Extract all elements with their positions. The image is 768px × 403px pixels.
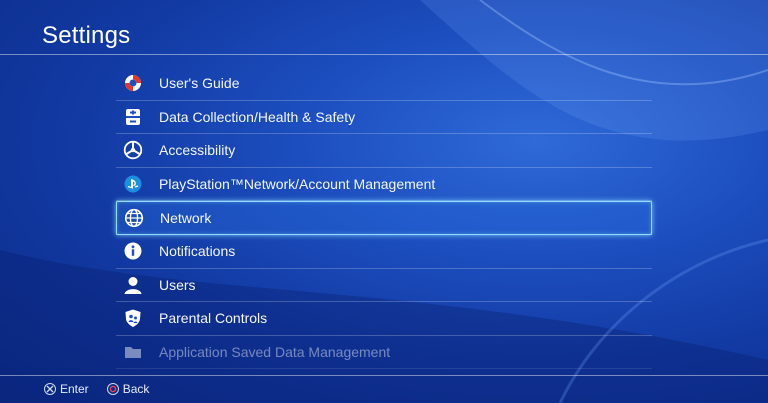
menu-item-psn-account[interactable]: PlayStation™Network/Account Management <box>116 168 652 202</box>
menu-item-network[interactable]: Network <box>116 201 652 235</box>
back-hint[interactable]: Back <box>106 382 150 396</box>
circle-button-icon <box>106 383 119 395</box>
cross-button-icon <box>44 383 56 395</box>
menu-item-accessibility[interactable]: Accessibility <box>116 134 652 168</box>
menu-item-label: Users <box>159 276 196 293</box>
menu-item-label: Application Saved Data Management <box>159 344 391 361</box>
enter-label: Enter <box>60 382 89 396</box>
enter-hint[interactable]: Enter <box>44 382 89 396</box>
menu-item-label: User's Guide <box>159 75 240 92</box>
menu-item-label: Notifications <box>159 243 236 260</box>
menu-item-label: Network <box>160 210 212 227</box>
data-collection-icon <box>122 106 144 128</box>
lifebuoy-icon <box>122 72 144 94</box>
page-title: Settings <box>42 22 131 49</box>
footer-divider <box>0 375 768 376</box>
globe-icon <box>123 207 145 229</box>
menu-item-saved-data[interactable]: Application Saved Data Management <box>116 336 652 370</box>
menu-item-label: Data Collection/Health & Safety <box>159 108 356 125</box>
title-divider <box>0 54 768 55</box>
accessibility-icon <box>122 139 144 161</box>
playstation-network-icon <box>122 173 144 195</box>
back-label: Back <box>122 382 150 396</box>
user-icon <box>122 274 144 296</box>
menu-item-label: Accessibility <box>159 142 236 159</box>
menu-item-data-collection[interactable]: Data Collection/Health & Safety <box>116 101 652 135</box>
menu-item-users-guide[interactable]: User's Guide <box>116 67 652 101</box>
folder-icon <box>122 341 144 363</box>
menu-item-label: Parental Controls <box>159 310 268 327</box>
info-icon <box>122 240 144 262</box>
menu-item-notifications[interactable]: Notifications <box>116 235 652 269</box>
parental-controls-icon <box>122 307 144 329</box>
settings-menu: User's Guide Data Collection/Health & Sa… <box>116 67 652 370</box>
menu-item-users[interactable]: Users <box>116 269 652 303</box>
menu-item-parental-controls[interactable]: Parental Controls <box>116 302 652 336</box>
menu-item-label: PlayStation™Network/Account Management <box>159 176 436 193</box>
button-hints: Enter Back <box>44 382 149 396</box>
